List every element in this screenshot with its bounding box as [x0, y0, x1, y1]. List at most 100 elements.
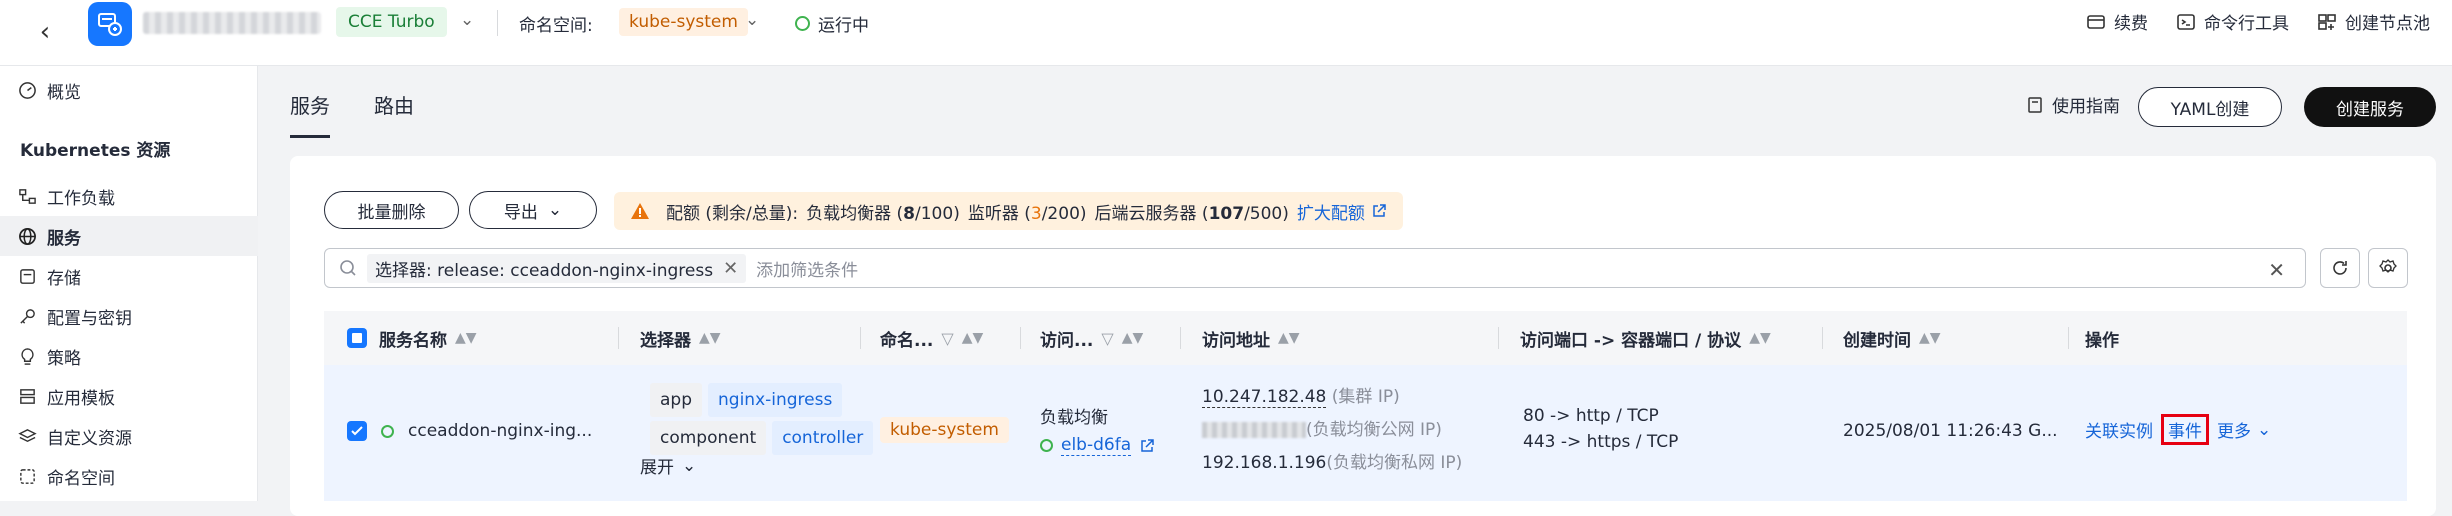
col-ports[interactable]: 访问端口 -> 容器端口 / 协议 ▲▼	[1520, 311, 1771, 365]
workload-icon	[19, 188, 36, 204]
sort-icon[interactable]: ▲▼	[1919, 330, 1941, 346]
col-selector[interactable]: 选择器 ▲▼	[640, 311, 721, 365]
private-ip-label: (负载均衡私网 IP)	[1326, 453, 1463, 473]
layers-icon	[18, 428, 37, 442]
col-label: 访问端口 -> 容器端口 / 协议	[1520, 330, 1742, 351]
sidebar-label: 命名空间	[47, 468, 115, 489]
search-icon	[340, 260, 356, 276]
sidebar-item-overview[interactable]: 概览	[0, 70, 258, 110]
sort-icon[interactable]: ▲▼	[699, 330, 721, 346]
back-arrow-icon[interactable]: ‹	[30, 14, 60, 50]
expand-link[interactable]: 展开 ⌄	[640, 453, 696, 479]
sort-icon[interactable]: ▲▼	[1749, 330, 1771, 346]
sort-icon[interactable]: ▲▼	[1122, 330, 1144, 346]
namespace-chevron-icon[interactable]: ⌄	[745, 10, 759, 30]
settings-button[interactable]	[2368, 248, 2408, 288]
col-namespace[interactable]: 命名... ▽ ▲▼	[880, 311, 983, 365]
namespace-badge: kube-system	[619, 8, 748, 36]
renew-button[interactable]: 续费	[2086, 9, 2148, 34]
globe-icon	[19, 227, 36, 245]
filter-icon[interactable]: ▽	[941, 329, 953, 348]
export-label: 导出	[503, 202, 538, 223]
search-input[interactable]: 添加筛选条件	[756, 256, 858, 281]
quota-lb-total: /100)	[915, 203, 960, 224]
guide-label: 使用指南	[2052, 97, 2120, 117]
sidebar-label: 自定义资源	[47, 428, 132, 449]
select-all-cell	[347, 311, 367, 365]
sidebar: 概览 Kubernetes 资源 工作负载 服务 存储 配置与密钥 策略 应用模…	[0, 66, 258, 501]
table-row[interactable]: cceaddon-nginx-ing... app nginx-ingress c…	[324, 365, 2407, 501]
sort-icon[interactable]: ▲▼	[455, 330, 477, 346]
external-link-icon[interactable]	[1139, 438, 1155, 454]
row-checkbox[interactable]	[347, 421, 367, 441]
sidebar-item-policy[interactable]: 策略	[0, 336, 258, 376]
quota-listener-total: /200)	[1041, 203, 1087, 224]
chip-close-icon[interactable]: ✕	[723, 258, 738, 279]
associated-instances-link[interactable]: 关联实例	[2085, 417, 2153, 442]
sidebar-item-storage[interactable]: 存储	[0, 256, 258, 296]
cli-tool-button[interactable]: 命令行工具	[2176, 9, 2289, 34]
selector-value: nginx-ingress	[708, 383, 843, 417]
col-created[interactable]: 创建时间 ▲▼	[1843, 311, 1941, 365]
sidebar-item-template[interactable]: 应用模板	[0, 376, 258, 416]
table-header: 服务名称 ▲▼ 选择器 ▲▼ 命名... ▽ ▲▼ 访问... ▽ ▲▼ 访问地址 ▲▼ 访问…	[324, 311, 2407, 365]
sidebar-label: 策略	[47, 348, 81, 369]
sidebar-label: 应用模板	[47, 388, 115, 409]
batch-delete-button[interactable]: 批量删除	[324, 191, 459, 229]
service-name[interactable]: cceaddon-nginx-ing...	[408, 421, 592, 441]
port-mapping: 80 -> http / TCP	[1523, 406, 1659, 426]
tab-ingress[interactable]: 路由	[374, 90, 414, 138]
filter-icon[interactable]: ▽	[1101, 329, 1113, 348]
sidebar-item-workload[interactable]: 工作负载	[0, 176, 258, 216]
sidebar-item-config[interactable]: 配置与密钥	[0, 296, 258, 336]
filter-chip-text: 选择器: release: cceaddon-nginx-ingress	[375, 260, 714, 281]
create-nodepool-button[interactable]: 创建节点池	[2317, 9, 2430, 34]
more-menu[interactable]: 更多 ⌄	[2217, 417, 2271, 443]
selector-key: app	[650, 383, 702, 417]
clear-icon[interactable]: ✕	[2268, 258, 2285, 282]
col-name[interactable]: 服务名称 ▲▼	[379, 311, 477, 365]
sidebar-item-service[interactable]: 服务	[0, 216, 258, 256]
cluster-ip[interactable]: 10.247.182.48	[1202, 387, 1327, 408]
address-cell: 10.247.182.48 (集群 IP) (负载均衡公网 IP) 192.16…	[1202, 381, 1462, 480]
selector-key: component	[650, 421, 767, 455]
private-ip: 192.168.1.196	[1202, 453, 1327, 473]
port-mapping: 443 -> https / TCP	[1523, 432, 1679, 452]
namespace-label: 命名空间:	[519, 16, 593, 36]
refresh-button[interactable]	[2320, 248, 2360, 288]
status-text: 运行中	[818, 16, 869, 36]
filter-search-bar[interactable]: 选择器: release: cceaddon-nginx-ingress ✕ 添…	[324, 248, 2306, 288]
guide-link[interactable]: 使用指南	[2026, 92, 2120, 117]
yaml-create-button[interactable]: YAML创建	[2138, 87, 2282, 127]
name-cell: cceaddon-nginx-ing...	[347, 421, 592, 441]
col-address[interactable]: 访问地址 ▲▼	[1202, 311, 1300, 365]
namespace-icon	[20, 468, 35, 484]
cluster-logo-icon	[88, 2, 132, 46]
create-service-button[interactable]: 创建服务	[2304, 87, 2436, 127]
col-access-type[interactable]: 访问... ▽ ▲▼	[1040, 311, 1143, 365]
renew-label: 续费	[2114, 14, 2148, 34]
sidebar-section-title: Kubernetes 资源	[20, 141, 171, 161]
sort-icon[interactable]: ▲▼	[962, 330, 984, 346]
export-button[interactable]: 导出 ⌄	[469, 191, 597, 229]
cluster-switch-chevron-icon[interactable]: ⌄	[460, 10, 474, 30]
elb-link[interactable]: elb-d6fa	[1061, 435, 1132, 456]
tab-service[interactable]: 服务	[290, 90, 330, 138]
select-all-checkbox[interactable]	[347, 328, 367, 348]
quota-listener: 监听器 (3/200)	[968, 199, 1087, 224]
events-link[interactable]: 事件	[2161, 414, 2209, 445]
sidebar-label: 服务	[47, 228, 81, 249]
divider	[1180, 327, 1181, 349]
chevron-down-icon: ⌄	[547, 200, 563, 220]
quota-lb: 负载均衡器 (8/100)	[806, 199, 960, 224]
col-label: 访问地址	[1202, 330, 1270, 351]
sidebar-item-custom-resource[interactable]: 自定义资源	[0, 416, 258, 456]
divider	[2068, 327, 2069, 349]
template-icon	[20, 388, 35, 404]
expand-quota-link[interactable]: 扩大配额	[1297, 199, 1387, 224]
cli-tool-label: 命令行工具	[2204, 14, 2289, 34]
sidebar-item-namespace[interactable]: 命名空间	[0, 456, 258, 496]
sort-icon[interactable]: ▲▼	[1278, 330, 1300, 346]
divider	[860, 327, 861, 349]
nodepool-icon	[2318, 13, 2336, 30]
